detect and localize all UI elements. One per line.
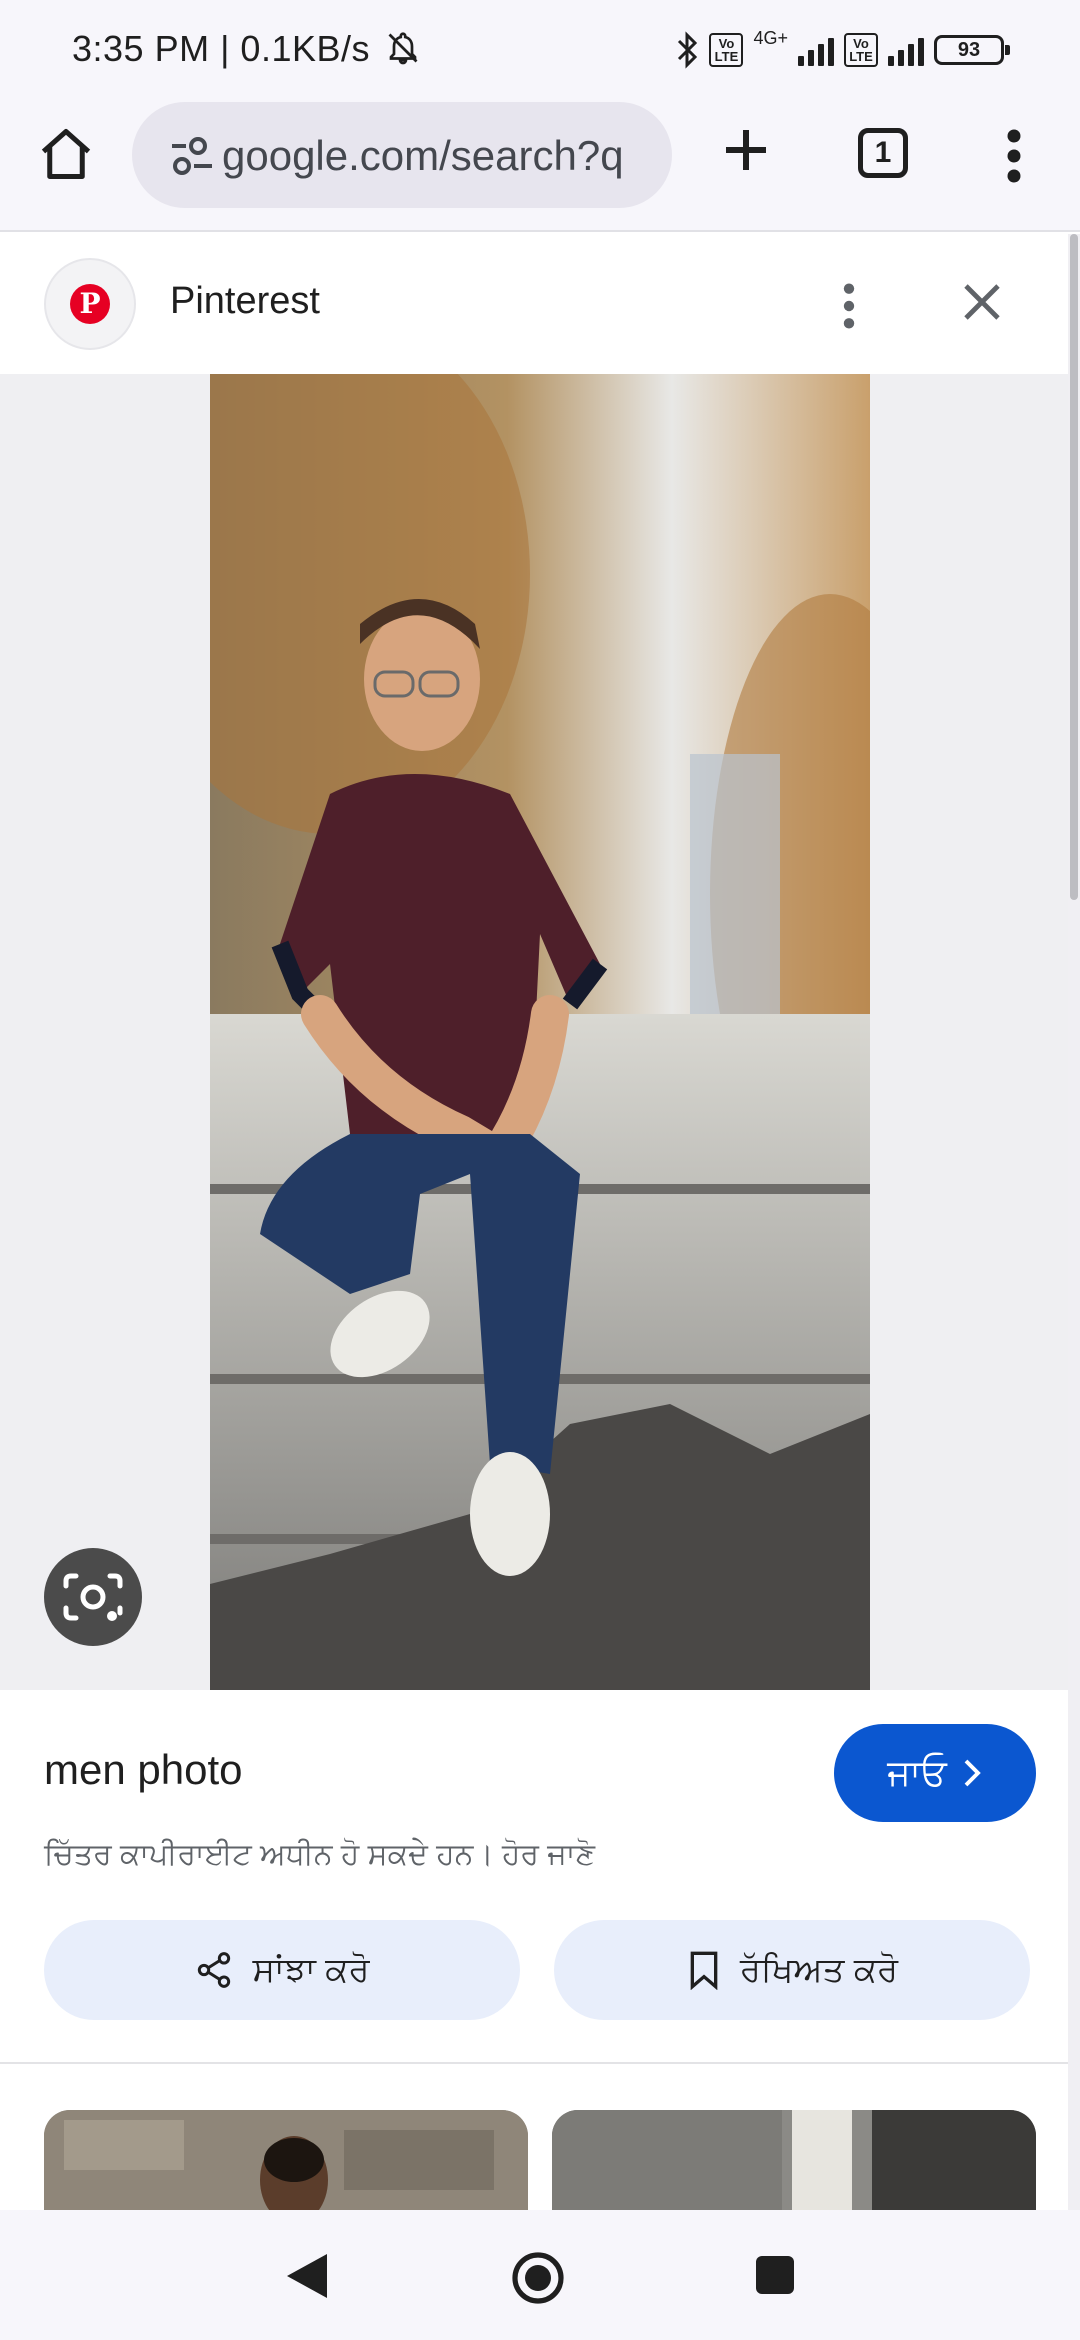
network-type-label: 4G+: [753, 27, 788, 48]
lens-button[interactable]: [44, 1548, 142, 1646]
source-header: P Pinterest: [0, 234, 1068, 374]
copyright-notice[interactable]: ਚਿੱਤਰ ਕਾਪੀਰਾਈਟ ਅਧੀਨ ਹੋ ਸਕਦੇ ਹਨ। ਹੋਰ ਜਾਣੋ: [44, 1838, 595, 1872]
back-icon[interactable]: [282, 2250, 332, 2302]
visit-button-label: ਜਾਓ: [887, 1751, 947, 1793]
home-icon[interactable]: [36, 124, 96, 184]
address-bar[interactable]: google.com/search?q: [132, 102, 672, 208]
bluetooth-icon: [678, 31, 698, 69]
search-query-title: men photo: [44, 1746, 243, 1793]
save-button[interactable]: ਰੱਖਿਅਤ ਕਰੋ: [554, 1920, 1030, 2020]
status-icons: Vo LTE 4G+ Vo LTE 93: [675, 27, 1010, 72]
scroll-thumb[interactable]: [1070, 234, 1078, 900]
signal-bars-2-icon: [888, 34, 924, 66]
image-info-panel: men photo ਜਾਓ ਚਿੱਤਰ ਕਾਪੀਰਾਈਟ ਅਧੀਨ ਹੋ ਸਕਦ…: [0, 1690, 1068, 2065]
page-scrollbar[interactable]: [1068, 234, 1080, 2254]
visit-button[interactable]: ਜਾਓ: [834, 1724, 1036, 1822]
pinterest-logo-icon: P: [44, 258, 136, 350]
bell-off-icon: [388, 32, 417, 65]
share-button-label: ਸਾਂਝਾ ਕਰੋ: [252, 1950, 370, 1989]
chevron-right-icon: [964, 1759, 981, 1787]
browser-toolbar: google.com/search?q 1: [0, 98, 1080, 232]
status-time: 3:35 PM | 0.1KB/s: [72, 28, 421, 70]
signal-bars-icon: [798, 34, 834, 66]
volte-badge-2: Vo LTE: [844, 33, 878, 67]
url-text[interactable]: google.com/search?q: [222, 132, 662, 180]
tab-switcher-button[interactable]: 1: [858, 128, 908, 178]
bookmark-icon: [690, 1951, 718, 1990]
section-divider: [0, 2062, 1068, 2064]
related-image-art: [44, 2110, 528, 2210]
related-images: [0, 2110, 1068, 2210]
system-navigation-bar: [0, 2210, 1080, 2340]
related-image-thumbnail[interactable]: [552, 2110, 1036, 2210]
site-settings-icon[interactable]: [170, 136, 214, 176]
source-name[interactable]: Pinterest: [170, 280, 320, 323]
battery-level: 93: [957, 39, 981, 61]
preview-image-art: [210, 374, 870, 1690]
google-lens-icon: [63, 1573, 123, 1621]
pinterest-logo-mark: P: [70, 284, 110, 324]
share-icon: [198, 1952, 231, 1988]
close-icon[interactable]: [958, 278, 1006, 326]
related-image-thumbnail[interactable]: [44, 2110, 528, 2210]
save-button-label: ਰੱਖਿਅਤ ਕਰੋ: [739, 1950, 899, 1989]
volte-badge-1: Vo LTE: [709, 33, 744, 67]
recents-icon[interactable]: [756, 2256, 794, 2294]
tab-count: 1: [874, 136, 892, 169]
more-vert-icon[interactable]: [836, 280, 862, 332]
related-image-art: [552, 2110, 1036, 2210]
image-viewer: [0, 374, 1068, 1690]
new-tab-icon[interactable]: [716, 120, 776, 180]
home-circle-icon[interactable]: [510, 2250, 566, 2306]
preview-image[interactable]: [210, 374, 870, 1690]
status-time-text: 3:35 PM | 0.1KB/s: [72, 28, 370, 69]
battery-icon: 93: [934, 35, 1010, 65]
status-bar: 3:35 PM | 0.1KB/s Vo LTE 4G+ Vo LTE 93: [0, 0, 1080, 98]
more-vert-icon[interactable]: [1000, 126, 1028, 186]
share-button[interactable]: ਸਾਂਝਾ ਕਰੋ: [44, 1920, 520, 2020]
